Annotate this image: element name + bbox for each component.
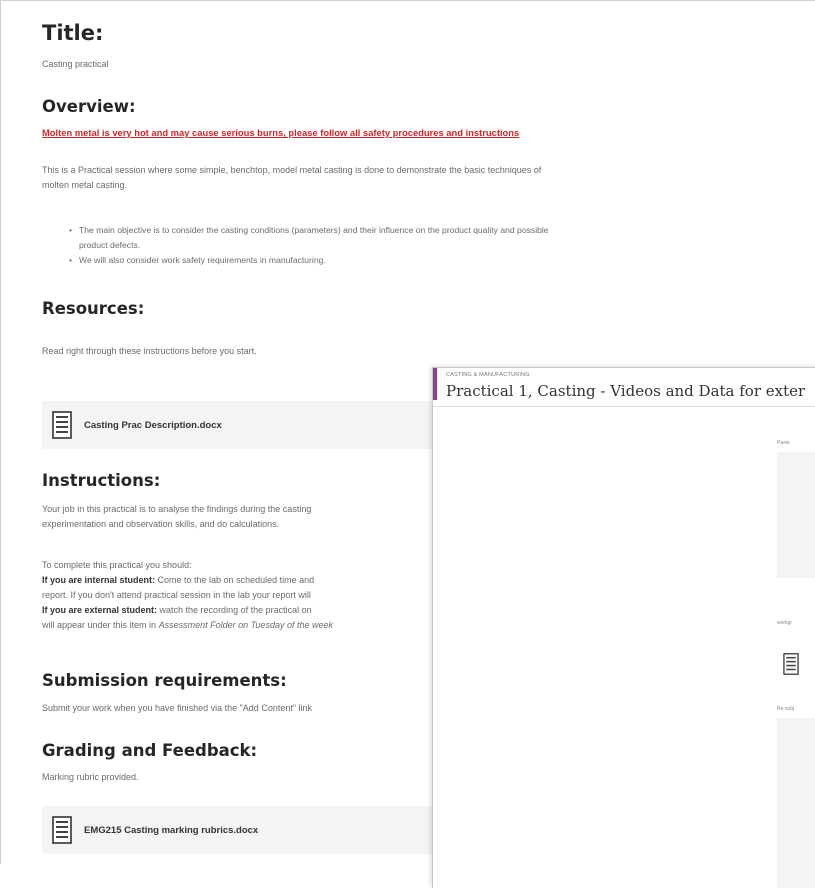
internal-student-line-2: report. If you don't attend practical se… (42, 590, 311, 600)
instructions-text-line-2: experimentation and observation skills, … (42, 519, 280, 529)
title-heading: Title: (42, 21, 104, 45)
instructions-heading: Instructions: (42, 471, 161, 490)
list-item: We will also consider work safety requir… (69, 253, 549, 268)
external-student-label: If you are external student: (42, 605, 158, 615)
external-student-text: watch the recording of the practical on (157, 605, 312, 615)
grading-file-attachment[interactable]: EMG215 Casting marking rubrics.docx (42, 806, 437, 854)
panel-title: Practical 1, Casting - Videos and Data f… (446, 382, 806, 400)
objectives-list: The main objective is to consider the ca… (69, 223, 549, 268)
content-panel-bottom (777, 718, 815, 888)
resource-file-attachment[interactable]: Casting Prac Description.docx (42, 401, 437, 449)
document-icon (52, 411, 72, 439)
content-panel-top (777, 452, 815, 578)
field-label-low: Re-subj (777, 706, 795, 712)
field-label-top: Paste (777, 440, 790, 446)
internal-student-line: If you are internal student: Come to the… (42, 575, 314, 585)
overview-text-line-2: molten metal casting. (42, 180, 128, 190)
external-student-italic: Assessment Folder on Tuesday of the week (158, 620, 333, 630)
instructions-text-line-1: Your job in this practical is to analyse… (42, 504, 312, 514)
field-label-mid: workgr (777, 620, 793, 626)
internal-student-label: If you are internal student: (42, 575, 156, 585)
document-icon (52, 816, 72, 844)
grading-heading: Grading and Feedback: (42, 741, 258, 760)
resources-text: Read right through these instructions be… (42, 346, 257, 356)
overview-text-line-1: This is a Practical session where some s… (42, 165, 542, 175)
external-student-line: If you are external student: watch the r… (42, 605, 312, 615)
list-item: The main objective is to consider the ca… (69, 223, 549, 238)
document-icon[interactable] (781, 653, 801, 675)
divider (433, 406, 815, 407)
overview-heading: Overview: (42, 97, 136, 116)
grading-file-name[interactable]: EMG215 Casting marking rubrics.docx (84, 825, 258, 836)
resource-file-name[interactable]: Casting Prac Description.docx (84, 420, 222, 431)
breadcrumb[interactable]: CASTING & MANUFACTURING (446, 372, 530, 378)
external-student-line-2: will appear under this item in Assessmen… (42, 620, 333, 630)
list-item-continuation: product defects. (79, 240, 141, 250)
instructions-text-line-3: To complete this practical you should: (42, 560, 192, 570)
external-student-text-2: will appear under this item in (42, 620, 159, 630)
overlay-panel: CASTING & MANUFACTURING Practical 1, Cas… (432, 367, 815, 888)
grading-text: Marking rubric provided. (42, 772, 139, 782)
resources-heading: Resources: (42, 299, 145, 318)
title-value: Casting practical (42, 59, 109, 69)
accent-bar (433, 368, 437, 400)
submission-text: Submit your work when you have finished … (42, 703, 313, 713)
internal-student-text: Come to the lab on scheduled time and (155, 575, 315, 585)
submission-heading: Submission requirements: (42, 671, 287, 690)
safety-warning-link[interactable]: Molten metal is very hot and may cause s… (42, 127, 519, 138)
